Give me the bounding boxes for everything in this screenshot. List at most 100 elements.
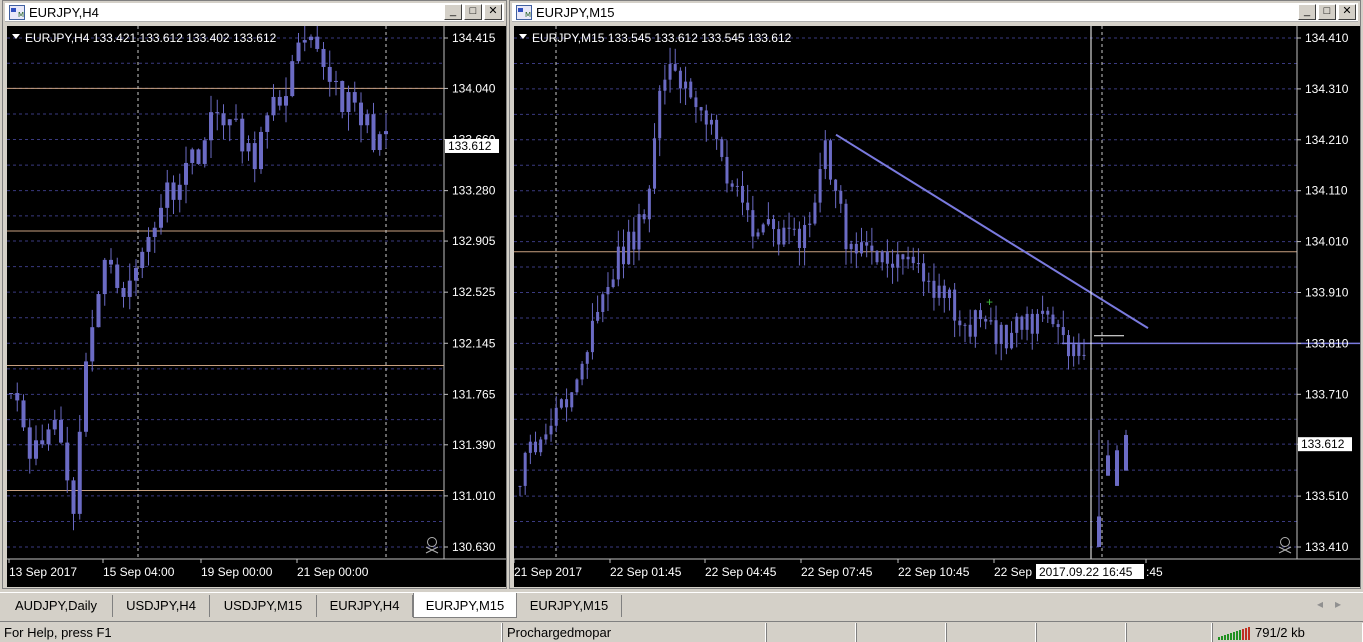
status-cell: [766, 623, 856, 642]
tab-label: EURJPY,M15: [425, 598, 505, 613]
candle-body: [127, 280, 132, 297]
candle-body: [772, 219, 776, 230]
candle-body: [684, 81, 688, 89]
status-profile[interactable]: Prochargedmopar: [502, 623, 766, 642]
candle-body: [252, 143, 257, 170]
price-tick-label: 133.510: [1305, 489, 1349, 503]
candle-body: [663, 79, 667, 91]
tab-label: EURJPY,M15: [529, 598, 609, 613]
candle-body: [958, 320, 962, 326]
chart-area[interactable]: 134.415134.040133.660133.280132.905132.5…: [7, 26, 506, 587]
close-button[interactable]: ✕: [484, 4, 502, 20]
signal-bar: [1248, 627, 1250, 640]
candle-body: [782, 227, 786, 245]
status-cell: [1126, 623, 1212, 642]
minimize-button[interactable]: _: [444, 4, 462, 20]
chart-window-eurjpy-h4[interactable]: M EURJPY,H4 _ □ ✕ 134.415134.040133.6601…: [2, 0, 507, 589]
candle-body: [523, 452, 527, 486]
chart-area[interactable]: +2017.09.22 16:45 134.410 134.310 134.210 13…: [514, 26, 1360, 587]
window-titlebar[interactable]: M EURJPY,H4 _ □ ✕: [5, 3, 504, 22]
price-tick-label: 134.210: [1305, 133, 1349, 147]
candle-body: [715, 119, 719, 140]
candle-body: [1077, 344, 1081, 356]
time-tick-label: 22 Sep: [994, 565, 1032, 579]
tab-eurjpy-m15[interactable]: EURJPY,M15: [517, 595, 622, 617]
candle-body: [678, 70, 682, 89]
candle-body: [321, 48, 326, 67]
tab-scroll-arrows[interactable]: ◂▸: [1317, 597, 1353, 611]
status-bar: For Help, press F1 Prochargedmopar 791/2…: [0, 621, 1363, 642]
candle-body: [699, 107, 703, 111]
price-tick-label: 133.910: [1305, 286, 1349, 300]
candle-body: [518, 485, 522, 487]
candle-body: [911, 256, 915, 264]
candle-body: [854, 243, 858, 254]
tab-label: AUDJPY,Daily: [14, 598, 98, 613]
candle-body: [901, 254, 905, 260]
candle-body: [1061, 327, 1065, 336]
scroll-left-icon[interactable]: ◂: [1317, 597, 1335, 611]
candle-body: [937, 285, 941, 298]
candle-body: [999, 324, 1003, 345]
maximize-button[interactable]: □: [464, 4, 482, 20]
candle-body: [1115, 450, 1119, 486]
candle-body: [52, 419, 57, 430]
candle-body: [96, 294, 101, 328]
candle-body: [865, 242, 869, 246]
candle-body: [202, 140, 207, 164]
candle-body: [565, 399, 569, 408]
candle-body: [302, 40, 307, 43]
candle-body: [159, 207, 163, 228]
tab-eurjpy-m15-active[interactable]: EURJPY,M15: [413, 593, 517, 618]
price-tick-label: 134.110: [1305, 184, 1348, 198]
signal-bar: [1245, 628, 1247, 640]
maximize-button[interactable]: □: [1318, 4, 1336, 20]
price-tick-label: 134.010: [1305, 235, 1349, 249]
chart-info-label: EURJPY,M15 133.545 133.612 133.545 133.6…: [532, 31, 792, 45]
candle-body: [746, 202, 750, 211]
crosshair-time-label: 2017.09.22 16:45: [1039, 565, 1133, 579]
candle-body: [601, 294, 605, 312]
close-icon: ✕: [488, 5, 498, 17]
window-titlebar[interactable]: M EURJPY,M15 _ □ ✕: [512, 3, 1358, 22]
time-tick-label: 22 Sep 07:45: [801, 565, 873, 579]
candle-body: [792, 228, 796, 230]
minimize-button[interactable]: _: [1298, 4, 1316, 20]
time-tick-label: 13 Sep 2017: [9, 565, 77, 579]
candle-body: [209, 112, 213, 141]
scroll-right-icon[interactable]: ▸: [1335, 597, 1353, 611]
price-tick-label: 132.145: [452, 336, 496, 350]
candle-body: [761, 224, 765, 233]
signal-bar: [1230, 633, 1232, 640]
candle-body: [668, 64, 672, 80]
candle-body: [735, 185, 739, 187]
candle-body: [1041, 310, 1045, 314]
candle-body: [885, 251, 889, 264]
tab-audjpy-daily[interactable]: AUDJPY,Daily: [0, 595, 113, 617]
candle-body: [968, 324, 972, 337]
candle-body: [1046, 310, 1050, 315]
candle-body: [271, 96, 276, 116]
window-title: EURJPY,H4: [29, 5, 99, 20]
candle-body: [334, 80, 338, 82]
tab-usdjpy-m15[interactable]: USDJPY,M15: [210, 595, 317, 617]
svg-text:M: M: [525, 11, 531, 19]
candle-body: [658, 90, 662, 139]
candle-body: [989, 320, 993, 322]
current-price-label: 133.612: [1301, 437, 1345, 451]
candle-body: [777, 229, 781, 245]
close-button[interactable]: ✕: [1338, 4, 1356, 20]
time-tick-label: 21 Sep 2017: [514, 565, 582, 579]
candle-body: [152, 227, 157, 237]
candle-body: [1030, 313, 1034, 334]
candle-body: [953, 289, 957, 321]
price-tick-label: 132.905: [452, 234, 496, 248]
tab-usdjpy-h4[interactable]: USDJPY,H4: [113, 595, 210, 617]
candle-body: [221, 113, 226, 126]
candle-body: [1124, 435, 1128, 471]
chart-window-eurjpy-m15[interactable]: M EURJPY,M15 _ □ ✕ +2017.09.22 16:45 134.…: [509, 0, 1361, 589]
price-chart-svg: 134.415134.040133.660133.280132.905132.5…: [7, 26, 506, 579]
candle-body: [844, 203, 848, 250]
candle-body: [9, 393, 13, 395]
tab-eurjpy-h4[interactable]: EURJPY,H4: [317, 595, 413, 617]
